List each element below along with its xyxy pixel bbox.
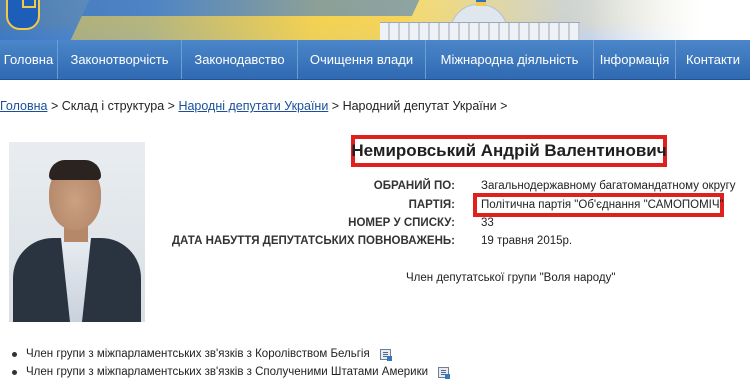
- deputy-name: Немировський Андрій Валентинович: [351, 141, 667, 160]
- nav-item-lustration[interactable]: Очищення влади: [298, 40, 426, 79]
- header-banner: [0, 0, 750, 40]
- elected-label: ОБРАНИЙ ПО:: [373, 180, 455, 192]
- groups-list: Член групи з міжпарламентських зв'язків …: [12, 345, 750, 381]
- list-item: Член групи з міжпарламентських зв'язків …: [12, 363, 750, 381]
- faction-membership: Член депутатської групи "Воля народу": [406, 272, 616, 284]
- nav-item-international[interactable]: Міжнародна діяльність: [426, 40, 594, 79]
- deputy-photo: [9, 142, 145, 322]
- breadcrumb-separator: >: [328, 99, 343, 113]
- coat-of-arms-icon[interactable]: [6, 0, 40, 30]
- breadcrumb: Головна > Склад і структура > Народні де…: [0, 99, 507, 113]
- breadcrumb-home-link[interactable]: Головна: [0, 99, 48, 113]
- name-highlight-box: Немировський Андрій Валентинович: [351, 135, 667, 167]
- list-number-value: 33: [481, 217, 494, 229]
- breadcrumb-separator: >: [47, 99, 62, 113]
- bullet-icon: [12, 351, 17, 357]
- party-value: Політична партія "Об'єднання "САМОПОМІЧ": [481, 199, 724, 211]
- elected-value: Загальнодержавному багатомандатному окру…: [481, 180, 736, 192]
- parliament-building-image: [380, 0, 580, 40]
- breadcrumb-structure: Склад і структура: [61, 99, 165, 113]
- document-icon[interactable]: [438, 366, 451, 379]
- flag-graphic: [70, 0, 420, 40]
- term-start-label: ДАТА НАБУТТЯ ДЕПУТАТСЬКИХ ПОВНОВАЖЕНЬ:: [171, 235, 455, 247]
- party-label: ПАРТІЯ:: [408, 199, 455, 211]
- breadcrumb-separator: >: [496, 99, 508, 113]
- breadcrumb-separator: >: [164, 99, 179, 113]
- breadcrumb-current: Народний депутат України: [342, 99, 497, 113]
- list-item: Член групи з міжпарламентських зв'язків …: [12, 345, 750, 363]
- nav-item-legislation[interactable]: Законодавство: [182, 40, 298, 79]
- nav-item-lawmaking[interactable]: Законотворчість: [58, 40, 182, 79]
- term-start-value: 19 травня 2015р.: [481, 235, 573, 247]
- breadcrumb-deputies-link[interactable]: Народні депутати України: [178, 99, 328, 113]
- nav-item-home[interactable]: Головна: [0, 40, 58, 79]
- bullet-icon: [12, 369, 17, 375]
- group-label: Член групи з міжпарламентських зв'язків …: [26, 348, 370, 360]
- main-nav: Головна Законотворчість Законодавство Оч…: [0, 40, 750, 80]
- document-icon[interactable]: [379, 348, 392, 361]
- group-label: Член групи з міжпарламентських зв'язків …: [26, 366, 429, 378]
- list-number-label: НОМЕР У СПИСКУ:: [348, 217, 455, 229]
- nav-item-contacts[interactable]: Контакти: [676, 40, 750, 79]
- nav-item-information[interactable]: Інформація: [594, 40, 676, 79]
